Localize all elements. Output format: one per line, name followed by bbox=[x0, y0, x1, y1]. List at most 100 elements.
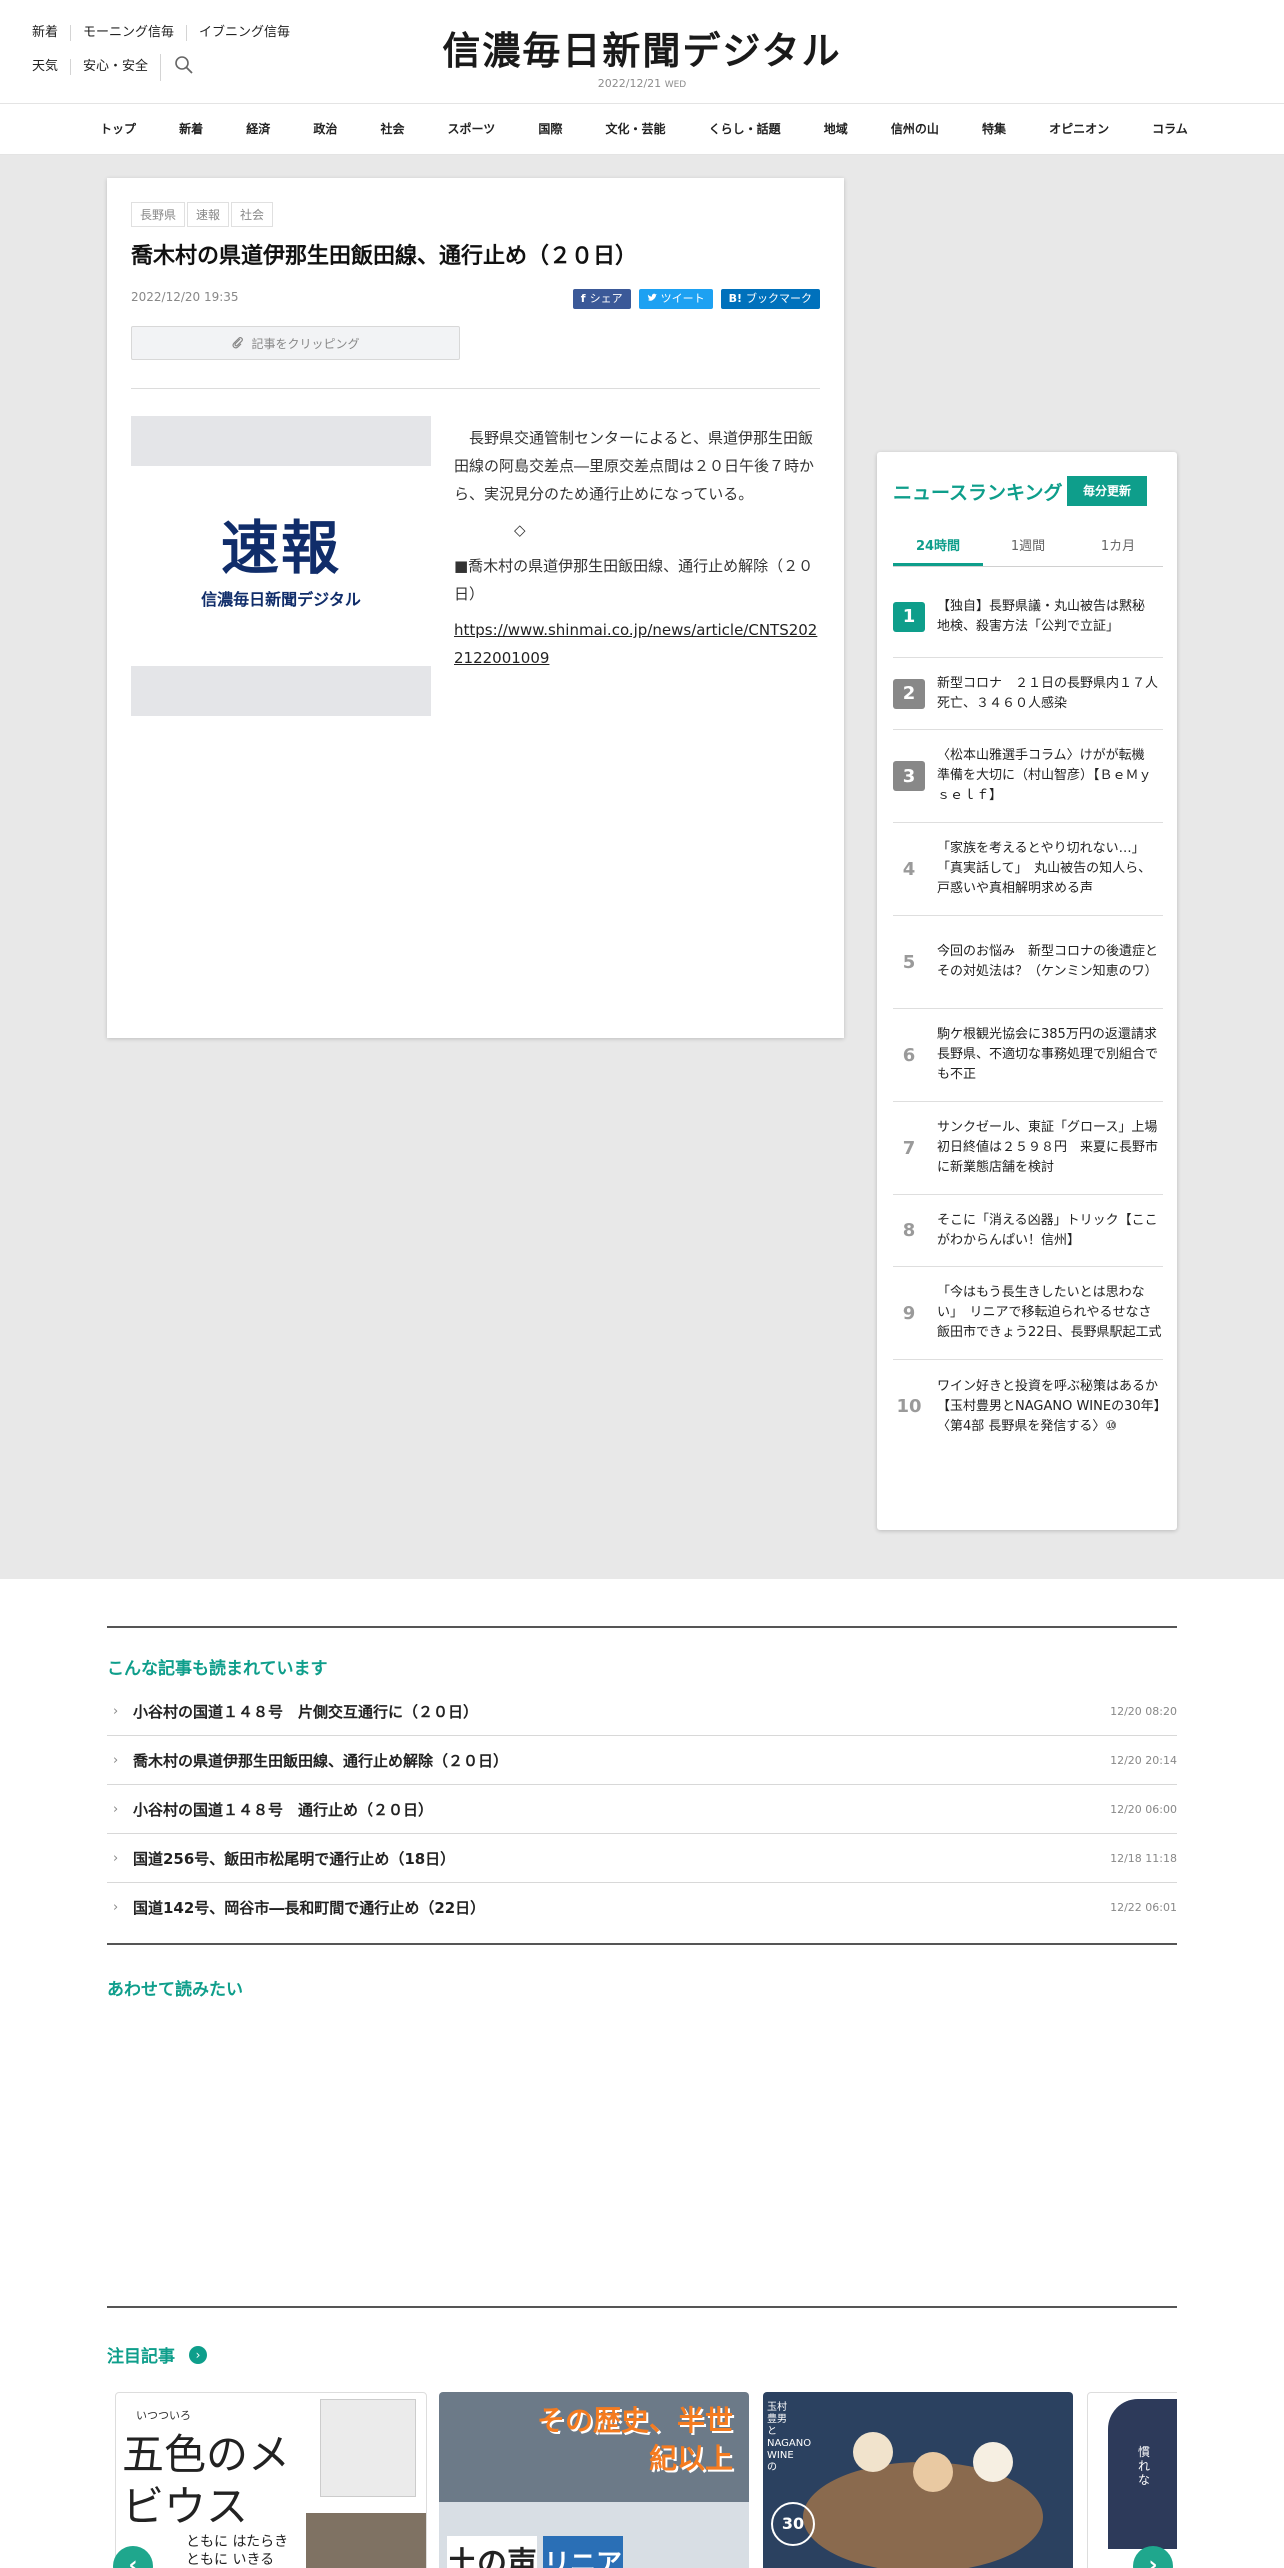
related-item[interactable]: › 小谷村の国道１４８号 通行止め（２０日） 12/20 06:00 bbox=[107, 1785, 1177, 1834]
image-bar-bottom bbox=[131, 666, 431, 716]
facebook-share-button[interactable]: f シェア bbox=[572, 289, 631, 309]
featured-header[interactable]: 注目記事 › bbox=[107, 2342, 1177, 2367]
featured-card[interactable]: 玉村豊男とNAGANO WINEの 30 bbox=[763, 2392, 1073, 2568]
tab-1month[interactable]: 1カ月 bbox=[1073, 532, 1163, 566]
tag-nagano[interactable]: 長野県 bbox=[131, 202, 186, 227]
chevron-right-icon: › bbox=[113, 1899, 119, 1915]
rank-number: 4 bbox=[902, 858, 916, 880]
related-item-title: 国道256号、飯田市松尾明で通行止め（18日） bbox=[133, 1849, 456, 1868]
twitter-share-label: ツイート bbox=[660, 292, 705, 305]
card-cake bbox=[973, 2442, 1013, 2482]
nav-item-economy[interactable]: 経済 bbox=[240, 104, 276, 154]
rank-number: 1 bbox=[893, 601, 925, 632]
nav-item-international[interactable]: 国際 bbox=[532, 104, 568, 154]
nav-item-life[interactable]: くらし・話題 bbox=[703, 104, 787, 154]
rank-number: 6 bbox=[902, 1044, 916, 1066]
rank-number: 7 bbox=[902, 1137, 916, 1159]
rank-number: 5 bbox=[902, 951, 916, 973]
card-kicker: いつついろ bbox=[136, 2409, 191, 2422]
tab-24h[interactable]: 24時間 bbox=[893, 532, 983, 566]
arrow-right-icon: › bbox=[189, 2345, 207, 2364]
tag-society[interactable]: 社会 bbox=[231, 202, 274, 227]
image-sub-text: 信濃毎日新聞デジタル bbox=[201, 590, 361, 609]
ranking-item[interactable]: 3 〈松本山雅選手コラム〉けがが転機 準備を大切に（村山智彦）【ＢｅＭｙｓｅｌｆ… bbox=[893, 730, 1163, 823]
ranking-item[interactable]: 10 ワイン好きと投資を呼ぶ秘策はあるか【玉村豊男とNAGANO WINEの30… bbox=[893, 1360, 1163, 1453]
breaking-news-image: 速報 信濃毎日新聞デジタル bbox=[131, 416, 431, 716]
tab-1week[interactable]: 1週間 bbox=[983, 532, 1073, 566]
global-nav: トップ 新着 経済 政治 社会 スポーツ 国際 文化・芸能 くらし・話題 地域 … bbox=[0, 104, 1284, 155]
card-anniversary-badge: 30 bbox=[771, 2502, 815, 2546]
hatena-bookmark-button[interactable]: B! ブックマーク bbox=[720, 289, 820, 309]
twitter-share-button[interactable]: ツイート bbox=[638, 289, 713, 309]
nav-item-society[interactable]: 社会 bbox=[374, 104, 410, 154]
related-item[interactable]: › 喬木村の県道伊那生田飯田線、通行止め解除（２０日） 12/20 20:14 bbox=[107, 1736, 1177, 1785]
related-articles: こんな記事も読まれています › 小谷村の国道１４８号 片側交互通行に（２０日） … bbox=[107, 1626, 1177, 1945]
ranking-item[interactable]: 9 「今はもう長生きしたいとは思わない」 リニアで移転迫られやるせなさ 飯田市で… bbox=[893, 1267, 1165, 1360]
related-item-title: 国道142号、岡谷市―長和町間で通行止め（22日） bbox=[133, 1898, 486, 1917]
ranking-item-title: 新型コロナ ２１日の長野県内１７人死亡、３４６０人感染 bbox=[937, 675, 1159, 711]
ranking-item-title: 駒ケ根観光協会に385万円の返還請求 長野県、不適切な事務処理で別組合でも不正 bbox=[937, 1027, 1170, 1082]
nav-item-special[interactable]: 特集 bbox=[976, 104, 1012, 154]
nav-item-opinion[interactable]: オピニオン bbox=[1043, 104, 1115, 154]
site-logo[interactable]: 信濃毎日新聞デジタル 2022/12/21 WED bbox=[0, 20, 1284, 90]
article-paragraph: 長野県交通管制センターによると、県道伊那生田飯田線の阿島交差点―里原交差点間は２… bbox=[454, 429, 815, 503]
tag-breaking[interactable]: 速報 bbox=[187, 202, 230, 227]
card-photo bbox=[306, 2513, 426, 2568]
featured-card[interactable]: いつついろ 五色のメビウス ともに はたらき ともに いきる bbox=[115, 2392, 427, 2568]
card-title: その歴史、半世紀以上 bbox=[536, 2404, 733, 2475]
featured-title: 注目記事 bbox=[107, 2347, 175, 2367]
related-item[interactable]: › 国道142号、岡谷市―長和町間で通行止め（22日） 12/22 06:01 bbox=[107, 1883, 1177, 1931]
ranking-item-title: 【独自】長野県議・丸山被告は黙秘 地検、殺害方法「公判で立証」 bbox=[937, 598, 1159, 634]
facebook-icon: f bbox=[580, 292, 586, 305]
ranking-list: 1 【独自】長野県議・丸山被告は黙秘 地検、殺害方法「公判で立証」 2 新型コロ… bbox=[893, 576, 1170, 1453]
facebook-share-label: シェア bbox=[589, 292, 623, 305]
news-ranking: ニュースランキング 毎分更新 24時間 1週間 1カ月 1 【独自】長野県議・丸… bbox=[877, 452, 1177, 1530]
clip-article-button[interactable]: 記事をクリッピング bbox=[131, 326, 460, 360]
ranking-item[interactable]: 7 サンクゼール、東証「グロース」上場 初日終値は２５９８円 来夏に長野市に新業… bbox=[893, 1102, 1170, 1195]
nav-item-politics[interactable]: 政治 bbox=[307, 104, 343, 154]
image-main-text: 速報 bbox=[220, 514, 341, 582]
related-item[interactable]: › 小谷村の国道１４８号 片側交互通行に（２０日） 12/20 08:20 bbox=[107, 1687, 1177, 1736]
nav-item-mountains[interactable]: 信州の山 bbox=[885, 104, 945, 154]
ranking-item-title: 〈松本山雅選手コラム〉けがが転機 準備を大切に（村山智彦）【ＢｅＭｙｓｅｌｆ】 bbox=[937, 748, 1158, 803]
article-datetime: 2022/12/20 19:35 bbox=[131, 290, 239, 304]
chevron-right-icon: › bbox=[113, 1850, 119, 1866]
rank-number: 8 bbox=[902, 1220, 916, 1241]
nav-item-culture[interactable]: 文化・芸能 bbox=[600, 104, 672, 154]
ranking-item[interactable]: 5 今回のお悩み 新型コロナの後遺症とその対処法は？（ケンミン知恵のワ） bbox=[893, 916, 1163, 1009]
card-sign: リニア bbox=[543, 2536, 623, 2568]
article-related-note: ■喬木村の県道伊那生田飯田線、通行止め解除（２０日） bbox=[454, 557, 814, 603]
chevron-right-icon: › bbox=[113, 1703, 119, 1719]
card-subtitle: ともに はたらき ともに いきる bbox=[186, 2534, 289, 2568]
featured-card[interactable]: その歴史、半世紀以上 土の声 リニア bbox=[439, 2392, 749, 2568]
nav-item-top[interactable]: トップ bbox=[94, 104, 142, 154]
ranking-item[interactable]: 4 「家族を考えるとやり切れない…」「真実話して」 丸山被告の知人ら、戸惑いや真… bbox=[893, 823, 1163, 916]
nav-item-column[interactable]: コラム bbox=[1146, 104, 1194, 154]
card-title: 五色のメビウス bbox=[122, 2430, 291, 2531]
related-item-title: 小谷村の国道１４８号 片側交互通行に（２０日） bbox=[133, 1702, 479, 1721]
ranking-item[interactable]: 8 そこに「消える凶器」トリック【ここがわからんぱい！信州】 bbox=[893, 1195, 1163, 1267]
related-item-title: 喬木村の県道伊那生田飯田線、通行止め解除（２０日） bbox=[133, 1751, 509, 1770]
ranking-item[interactable]: 2 新型コロナ ２１日の長野県内１７人死亡、３４６０人感染 bbox=[893, 658, 1163, 730]
nav-item-region[interactable]: 地域 bbox=[818, 104, 854, 154]
hatena-bookmark-label: ブックマーク bbox=[746, 292, 812, 305]
related-item-date: 12/22 06:01 bbox=[1110, 1900, 1177, 1914]
ranking-item-title: 「今はもう長生きしたいとは思わない」 リニアで移転迫られやるせなさ 飯田市できょ… bbox=[937, 1285, 1165, 1340]
ranking-item[interactable]: 1 【独自】長野県議・丸山被告は黙秘 地検、殺害方法「公判で立証」 bbox=[893, 576, 1163, 658]
article-title: 喬木村の県道伊那生田飯田線、通行止め（２０日） bbox=[131, 244, 638, 269]
site-header: 新着 モーニング信毎 イブニング信毎 天気 安心・安全 信濃毎日新聞デジタル 2… bbox=[0, 0, 1284, 104]
article-link[interactable]: https://www.shinmai.co.jp/news/article/C… bbox=[454, 621, 817, 667]
ranking-item-title: 今回のお悩み 新型コロナの後遺症とその対処法は？（ケンミン知恵のワ） bbox=[937, 944, 1159, 979]
article-card: 長野県 速報 社会 喬木村の県道伊那生田飯田線、通行止め（２０日） 2022/1… bbox=[107, 178, 844, 1038]
ranking-item-title: そこに「消える凶器」トリック【ここがわからんぱい！信州】 bbox=[937, 1212, 1158, 1248]
clip-label: 記事をクリッピング bbox=[251, 336, 360, 351]
featured-card[interactable]: 慣れな bbox=[1087, 2392, 1177, 2568]
ranking-tabs: 24時間 1週間 1カ月 bbox=[893, 532, 1163, 567]
featured-section: 注目記事 › bbox=[107, 2306, 1177, 2367]
featured-carousel: いつついろ 五色のメビウス ともに はたらき ともに いきる その歴史、半世紀以… bbox=[107, 2392, 1177, 2568]
related-item[interactable]: › 国道256号、飯田市松尾明で通行止め（18日） 12/18 11:18 bbox=[107, 1834, 1177, 1883]
nav-item-new[interactable]: 新着 bbox=[173, 104, 209, 154]
nav-item-sports[interactable]: スポーツ bbox=[442, 104, 502, 154]
hatena-icon: B! bbox=[728, 292, 742, 305]
ranking-item[interactable]: 6 駒ケ根観光協会に385万円の返還請求 長野県、不適切な事務処理で別組合でも不… bbox=[893, 1009, 1170, 1102]
